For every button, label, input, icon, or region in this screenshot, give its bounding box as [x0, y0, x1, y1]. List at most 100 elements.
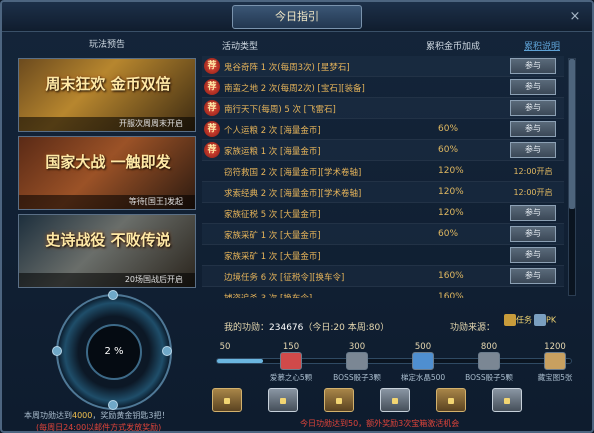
col-gold-bonus: 累积金币加成	[426, 42, 481, 52]
merit-source-pk-button[interactable]: PK	[534, 314, 556, 332]
join-button[interactable]: 参与	[510, 100, 556, 116]
milestone-value: 150	[282, 342, 300, 352]
ring-knob	[108, 290, 118, 300]
activity-gold-bonus: 120%	[438, 166, 464, 176]
activity-gold-bonus: 120%	[438, 187, 464, 197]
join-button[interactable]: 参与	[510, 226, 556, 242]
join-button[interactable]: 参与	[510, 79, 556, 95]
ring-knob	[108, 400, 118, 410]
rules-link[interactable]: 累积说明	[524, 39, 560, 52]
milestone-value: 50	[219, 342, 231, 352]
activity-name: 家族采矿 1 次 [大量金币]	[224, 252, 321, 262]
reward-icon[interactable]	[280, 352, 302, 370]
ring-center: 2 %	[86, 324, 142, 380]
activity-name: 南行天下(每周) 5 次 [飞雷石]	[224, 105, 336, 115]
weekly-goal-text: 本周功勋达到4000，奖励黄金钥匙3把！	[24, 410, 204, 421]
promo-title: 国家大战 一触即发	[45, 153, 171, 171]
reward-icon[interactable]	[478, 352, 500, 370]
ring-knob	[52, 346, 62, 356]
open-time: 12:00开启	[513, 167, 553, 176]
recommended-icon: 荐	[204, 121, 220, 137]
join-button[interactable]: 参与	[510, 268, 556, 284]
task-icon	[504, 314, 516, 326]
reward-icon[interactable]	[346, 352, 368, 370]
recommended-icon: 荐	[204, 142, 220, 158]
merit-summary: 我的功勋：234676（今日:20 本周:80）	[224, 320, 389, 333]
promo-subtitle: 20场国战后开启	[19, 273, 195, 287]
activity-name: 边境任务 6 次 [征税令][换车令]	[224, 273, 345, 283]
reward-name: 爱慕之心5颗	[269, 373, 313, 382]
scroll-thumb[interactable]	[569, 59, 575, 209]
milestone-value: 300	[348, 342, 366, 352]
milestone-value: 500	[414, 342, 432, 352]
promo-card-weekend[interactable]: 周末狂欢 金币双倍 开服次周周末开启	[18, 58, 196, 132]
activity-row: 家族采矿 1 次 [大量金币] 参与	[202, 245, 564, 266]
weekly-reward-note: (每周日24:00以邮件方式发放奖励)	[36, 423, 162, 432]
activity-gold-bonus: 60%	[438, 124, 459, 134]
recommended-icon: 荐	[204, 58, 220, 74]
reward-icon[interactable]	[412, 352, 434, 370]
join-button[interactable]: 参与	[510, 58, 556, 74]
activity-panel: 活动类型 累积金币加成 累积说明 荐鬼谷奇阵 1 次(每周3次) [星梦石] 参与…	[202, 36, 580, 298]
activity-row: 家族采矿 1 次 [大量金币] 60% 参与	[202, 224, 564, 245]
activity-gold-bonus: 160%	[438, 292, 464, 298]
reward-name: BOSS骰子3颗	[333, 373, 381, 382]
treasure-chest-icon[interactable]	[268, 388, 298, 412]
join-button[interactable]: 参与	[510, 205, 556, 221]
activity-name: 窃符救国 2 次 [海量金币][学术卷轴]	[224, 168, 362, 178]
col-activity-type: 活动类型	[222, 42, 259, 52]
join-button[interactable]: 参与	[510, 247, 556, 263]
reward-name: BOSS骰子5颗	[465, 373, 513, 382]
title-bar: 今日指引 ×	[2, 2, 592, 32]
merit-total: 234676	[269, 323, 304, 333]
ring-knob	[162, 346, 172, 356]
activity-row: 家族征税 5 次 [大量金币] 120% 参与	[202, 203, 564, 224]
daily-guide-window: 今日指引 × 玩法预告 周末狂欢 金币双倍 开服次周周末开启 国家大战 一触即发…	[0, 0, 594, 433]
activity-row: 荐家族运粮 1 次 [海量金币] 60% 参与	[202, 140, 564, 161]
activity-row: 窃符救国 2 次 [海量金币][学术卷轴] 120% 12:00开启	[202, 161, 564, 182]
activity-gold-bonus: 60%	[438, 145, 459, 155]
activity-row: 捕盗追杀 3 次 [换车令] 160%	[202, 287, 564, 298]
activity-row: 荐鬼谷奇阵 1 次(每周3次) [星梦石] 参与	[202, 56, 564, 77]
activity-list: 荐鬼谷奇阵 1 次(每周3次) [星梦石] 参与荐南蛮之地 2 次(每周2次) […	[202, 56, 564, 298]
activity-gold-bonus: 60%	[438, 229, 459, 239]
reward-icon[interactable]	[544, 352, 566, 370]
weekly-goal-value: 4000	[72, 411, 93, 420]
merit-source-task-button[interactable]: 任务	[504, 314, 532, 332]
promo-subtitle: 开服次周周末开启	[19, 117, 195, 131]
activity-name: 求索经典 2 次 [海量金币][学术卷轴]	[224, 189, 362, 199]
merit-area: 我的功勋：234676（今日:20 本周:80） 功勋来源： 任务 PK 50 1…	[208, 306, 588, 431]
merit-today: （今日:20 本周:80）	[303, 323, 390, 333]
close-icon[interactable]: ×	[568, 10, 582, 24]
activity-name: 鬼谷奇阵 1 次(每周3次) [星梦石]	[224, 63, 350, 73]
weekly-progress-text: 2 %	[104, 346, 124, 357]
promo-title: 史诗战役 不败传说	[45, 231, 171, 249]
activity-scrollbar[interactable]	[568, 58, 576, 296]
treasure-chest-icon[interactable]	[492, 388, 522, 412]
merit-source-label: 功勋来源：	[450, 323, 496, 333]
task-label: 任务	[516, 315, 532, 325]
join-button[interactable]: 参与	[510, 121, 556, 137]
promo-card-national-war[interactable]: 国家大战 一触即发 等待[国王]发起	[18, 136, 196, 210]
activity-header: 活动类型 累积金币加成 累积说明	[202, 36, 580, 54]
join-button[interactable]: 参与	[510, 142, 556, 158]
activity-name: 捕盗追杀 3 次 [换车令]	[224, 292, 424, 298]
treasure-chest-icon[interactable]	[380, 388, 410, 412]
activity-row: 边境任务 6 次 [征税令][换车令] 160% 参与	[202, 266, 564, 287]
treasure-chest-icon[interactable]	[324, 388, 354, 412]
activity-gold-bonus: 160%	[438, 271, 464, 281]
reward-name: 藏宝图5张	[537, 373, 573, 382]
pk-icon	[534, 314, 546, 326]
treasure-chest-icon[interactable]	[212, 388, 242, 412]
activity-row: 荐南行天下(每周) 5 次 [飞雷石] 参与	[202, 98, 564, 119]
activity-row: 荐个人运粮 2 次 [海量金币] 60% 参与	[202, 119, 564, 140]
merit-progress-fill	[217, 359, 263, 363]
promo-card-epic-battle[interactable]: 史诗战役 不败传说 20场国战后开启	[18, 214, 196, 288]
activity-gold-bonus: 120%	[438, 208, 464, 218]
treasure-chest-icon[interactable]	[436, 388, 466, 412]
activity-name: 南蛮之地 2 次(每周2次) [宝石][装备]	[224, 84, 365, 94]
milestone-value: 800	[480, 342, 498, 352]
daily-bonus-note: 今日功勋达到50，额外奖励3次宝箱激活机会	[300, 419, 460, 428]
milestone-value: 1200	[544, 342, 566, 352]
merit-label: 我的功勋：	[224, 323, 270, 333]
